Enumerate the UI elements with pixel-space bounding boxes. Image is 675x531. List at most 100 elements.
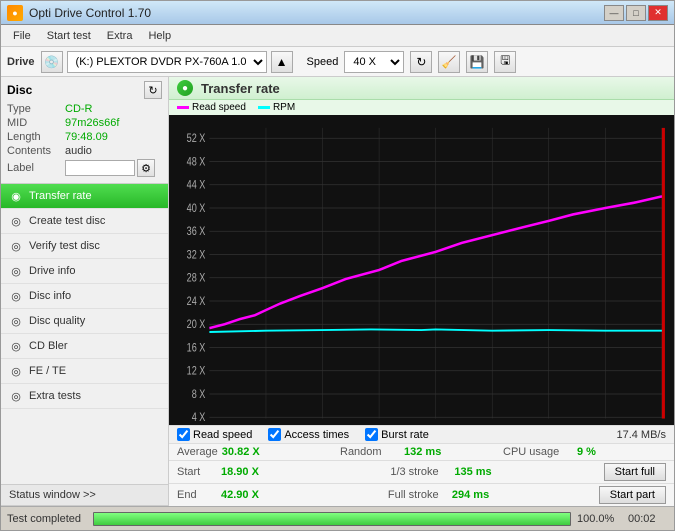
speed-dropdown[interactable]: 40 X	[344, 51, 404, 73]
disc-type-row: Type CD-R	[7, 103, 162, 115]
nav-item-extra-tests[interactable]: ◎ Extra tests	[1, 384, 168, 409]
disc-contents-row: Contents audio	[7, 145, 162, 157]
floppy-save-btn[interactable]: 🖫	[494, 51, 516, 73]
chart-header: ● Transfer rate	[169, 77, 674, 100]
svg-text:52 X: 52 X	[187, 133, 206, 145]
menu-extra[interactable]: Extra	[99, 28, 141, 44]
disc-label-icon-btn[interactable]: ⚙	[137, 159, 155, 177]
drive-label: Drive	[7, 56, 35, 68]
access-times-checkbox-label: Access times	[284, 429, 349, 441]
legend-read-speed: Read speed	[177, 102, 246, 113]
progress-bar-area: Test completed 100.0% 00:02	[1, 506, 674, 530]
burst-rate-checkbox-label: Burst rate	[381, 429, 429, 441]
nav-item-drive-info[interactable]: ◎ Drive info	[1, 259, 168, 284]
svg-text:40 X: 40 X	[187, 203, 206, 215]
refresh-btn[interactable]: ↻	[410, 51, 432, 73]
nav-item-create-test-disc-label: Create test disc	[29, 215, 105, 227]
stroke13-label: 1/3 stroke	[390, 466, 450, 478]
status-window-btn[interactable]: Status window >>	[1, 484, 168, 506]
disc-mid-row: MID 97m26s66f	[7, 117, 162, 129]
nav-item-cd-bler[interactable]: ◎ CD Bler	[1, 334, 168, 359]
nav-item-transfer-rate-label: Transfer rate	[29, 190, 92, 202]
nav-item-verify-test-disc[interactable]: ◎ Verify test disc	[1, 234, 168, 259]
random-group: Random 132 ms	[340, 446, 503, 458]
read-speed-checkbox-label: Read speed	[193, 429, 252, 441]
nav-item-transfer-rate[interactable]: ◉ Transfer rate	[1, 184, 168, 209]
nav-item-disc-quality[interactable]: ◎ Disc quality	[1, 309, 168, 334]
nav-item-drive-info-label: Drive info	[29, 265, 75, 277]
disc-info-icon: ◎	[9, 289, 23, 303]
svg-text:44 X: 44 X	[187, 180, 206, 192]
menu-start-test[interactable]: Start test	[39, 28, 99, 44]
menu-help[interactable]: Help	[140, 28, 179, 44]
speed-label: Speed	[307, 56, 339, 68]
svg-text:36 X: 36 X	[187, 226, 206, 238]
nav-item-fe-te-label: FE / TE	[29, 365, 66, 377]
chart-title-icon: ●	[177, 80, 193, 96]
start-full-btn[interactable]: Start full	[604, 463, 666, 481]
title-bar: ● Opti Drive Control 1.70 — □ ✕	[1, 1, 674, 25]
drive-dropdown[interactable]: (K:) PLEXTOR DVDR PX-760A 1.07	[67, 51, 267, 73]
disc-panel-title: Disc	[7, 83, 32, 97]
cd-bler-icon: ◎	[9, 339, 23, 353]
disc-length-row: Length 79:48.09	[7, 131, 162, 143]
chart-svg: 52 X 48 X 44 X 40 X 36 X 32 X 28 X 24 X …	[169, 115, 674, 425]
nav-item-create-test-disc[interactable]: ◎ Create test disc	[1, 209, 168, 234]
cpu-group: CPU usage 9 %	[503, 446, 666, 458]
burst-rate-value: 17.4 MB/s	[616, 429, 666, 441]
title-bar-left: ● Opti Drive Control 1.70	[7, 5, 151, 21]
nav-item-disc-info[interactable]: ◎ Disc info	[1, 284, 168, 309]
menu-file[interactable]: File	[5, 28, 39, 44]
verify-test-disc-icon: ◎	[9, 239, 23, 253]
read-speed-checkbox-item: Read speed	[177, 428, 252, 441]
read-speed-checkbox[interactable]	[177, 428, 190, 441]
disc-type-label: Type	[7, 103, 65, 115]
cpu-label: CPU usage	[503, 446, 573, 458]
minimize-button[interactable]: —	[604, 5, 624, 21]
progress-text: 100.0%	[577, 513, 622, 525]
disc-label-row: Label ⚙	[7, 159, 162, 177]
maximize-button[interactable]: □	[626, 5, 646, 21]
disc-type-value: CD-R	[65, 103, 93, 115]
fe-te-icon: ◎	[9, 364, 23, 378]
avg-group: Average 30.82 X	[177, 446, 340, 458]
save-btn[interactable]: 💾	[466, 51, 488, 73]
eject-btn[interactable]: ▲	[271, 51, 293, 73]
start-part-btn[interactable]: Start part	[599, 486, 666, 504]
svg-text:16 X: 16 X	[187, 342, 206, 354]
eraser-btn[interactable]: 🧹	[438, 51, 460, 73]
start-group: Start 18.90 X	[177, 466, 390, 478]
disc-mid-label: MID	[7, 117, 65, 129]
app-icon: ●	[7, 5, 23, 21]
stroke13-value: 135 ms	[454, 466, 504, 478]
svg-text:12 X: 12 X	[187, 366, 206, 378]
fullstroke-label: Full stroke	[388, 489, 448, 501]
legend-read-speed-color	[177, 106, 189, 109]
content-area: ● Transfer rate Read speed RPM	[169, 77, 674, 506]
checkboxes-row: Read speed Access times Burst rate 17.4 …	[169, 425, 674, 443]
disc-length-label: Length	[7, 131, 65, 143]
access-times-checkbox[interactable]	[268, 428, 281, 441]
start-label: Start	[177, 466, 217, 478]
nav-item-cd-bler-label: CD Bler	[29, 340, 68, 352]
avg-label: Average	[177, 446, 218, 458]
disc-panel-header: Disc ↻	[7, 81, 162, 99]
start-full-group: Start full	[604, 463, 666, 481]
nav-item-extra-tests-label: Extra tests	[29, 390, 81, 402]
end-value: 42.90 X	[221, 489, 271, 501]
close-button[interactable]: ✕	[648, 5, 668, 21]
random-label: Random	[340, 446, 400, 458]
nav-item-fe-te[interactable]: ◎ FE / TE	[1, 359, 168, 384]
disc-contents-label: Contents	[7, 145, 65, 157]
drive-icon-btn[interactable]: 💿	[41, 51, 63, 73]
legend-rpm-color	[258, 106, 270, 109]
stats-row-1: Average 30.82 X Random 132 ms CPU usage …	[169, 443, 674, 460]
burst-rate-checkbox[interactable]	[365, 428, 378, 441]
disc-refresh-btn[interactable]: ↻	[144, 81, 162, 99]
drive-select-group: 💿 (K:) PLEXTOR DVDR PX-760A 1.07 ▲	[41, 51, 293, 73]
svg-text:20 X: 20 X	[187, 319, 206, 331]
disc-label-input[interactable]	[65, 160, 135, 176]
drive-info-icon: ◎	[9, 264, 23, 278]
disc-mid-value: 97m26s66f	[65, 117, 119, 129]
chart-legend: Read speed RPM	[169, 100, 674, 115]
